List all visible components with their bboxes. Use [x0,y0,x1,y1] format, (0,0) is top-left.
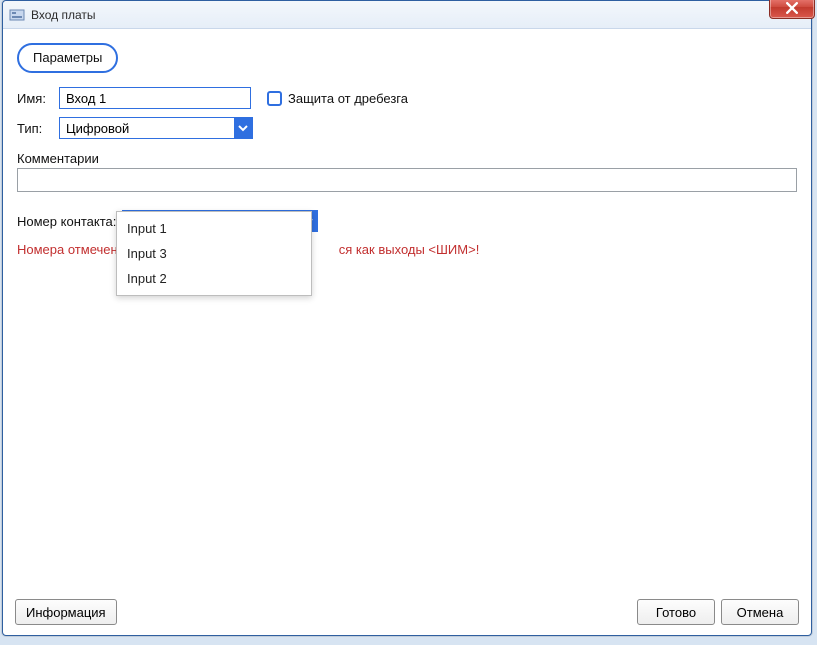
comments-row: Комментарии [17,151,797,192]
type-select[interactable]: Цифровой [59,117,253,139]
name-row: Имя: Защита от дребезга [17,87,797,109]
type-select-value: Цифровой [60,121,234,136]
app-icon [9,7,25,23]
titlebar: Вход платы [3,1,811,29]
contact-number-label: Номер контакта: [17,214,116,229]
content-area: Параметры Имя: Защита от дребезга Тип: Ц… [3,29,811,635]
name-input[interactable] [59,87,251,109]
close-icon [786,2,798,14]
chevron-down-icon [234,118,252,138]
comments-label: Комментарии [17,151,797,166]
contact-dropdown-list: Input 1 Input 3 Input 2 [116,211,312,296]
type-row: Тип: Цифровой [17,117,797,139]
warn-suffix: ся как выходы <ШИМ>! [339,242,480,257]
tab-parameters[interactable]: Параметры [17,43,118,73]
close-button[interactable] [769,0,815,19]
dialog-window: Вход платы Параметры Имя: Защита от дреб… [2,0,812,636]
debounce-checkbox[interactable]: Защита от дребезга [267,91,408,106]
window-title: Вход платы [31,8,96,22]
dropdown-option[interactable]: Input 3 [117,241,311,266]
debounce-label: Защита от дребезга [288,91,408,106]
comments-input[interactable] [17,168,797,192]
checkbox-box-icon [267,91,282,106]
footer: Информация Готово Отмена [15,599,799,625]
type-label: Тип: [17,121,59,136]
dropdown-option[interactable]: Input 2 [117,266,311,291]
cancel-button[interactable]: Отмена [721,599,799,625]
warn-prefix: Номера отмечен [17,242,118,257]
dropdown-option[interactable]: Input 1 [117,216,311,241]
ok-button[interactable]: Готово [637,599,715,625]
info-button[interactable]: Информация [15,599,117,625]
name-label: Имя: [17,91,59,106]
